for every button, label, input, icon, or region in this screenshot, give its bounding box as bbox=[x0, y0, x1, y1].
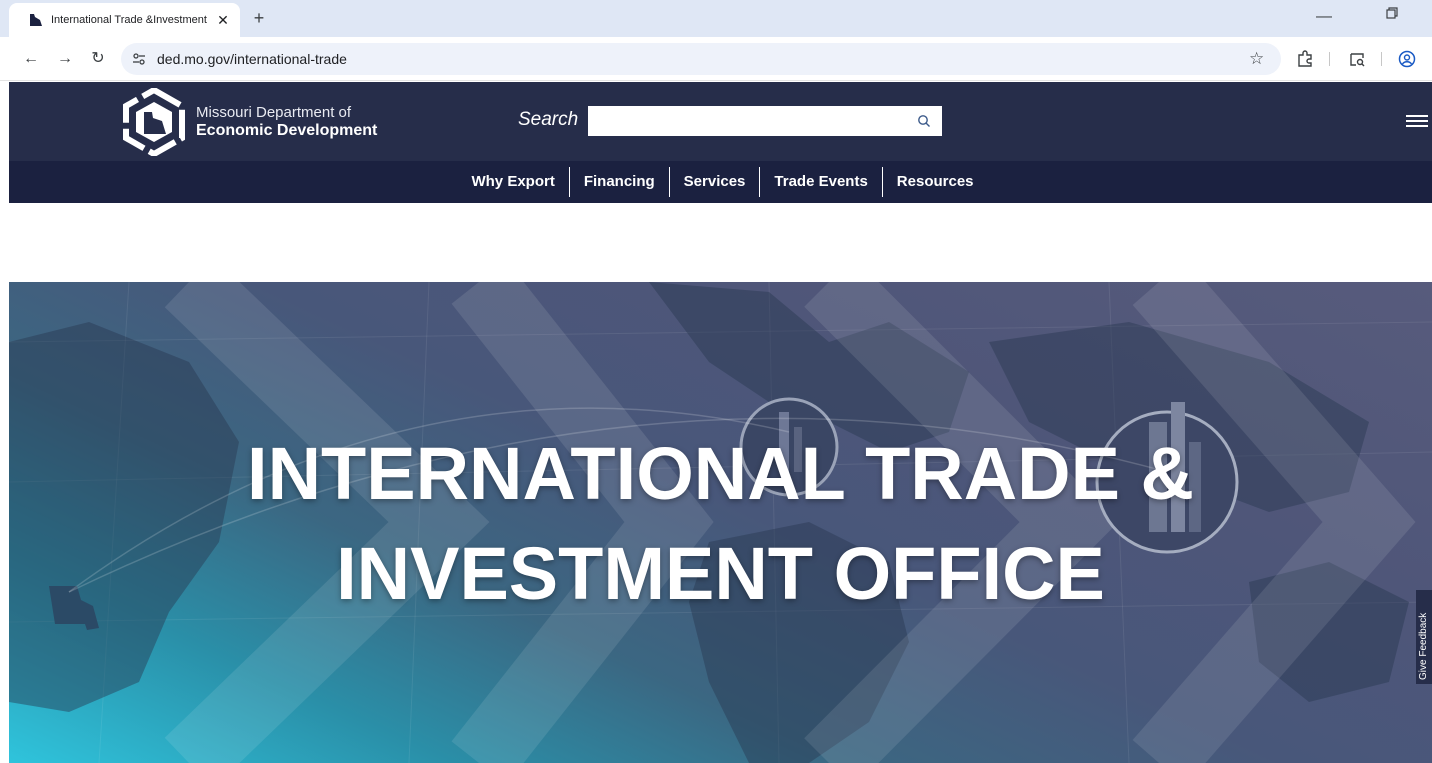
profile-icon[interactable] bbox=[1398, 50, 1416, 68]
main-navigation: Why Export Financing Services Trade Even… bbox=[9, 161, 1432, 203]
site-info-icon[interactable] bbox=[131, 51, 147, 67]
nav-item-financing[interactable]: Financing bbox=[570, 167, 669, 197]
tab-search-icon[interactable] bbox=[1348, 50, 1366, 68]
restore-window-button[interactable] bbox=[1386, 7, 1398, 19]
org-name-line2: Economic Development bbox=[196, 122, 378, 139]
minimize-button[interactable]: — bbox=[1316, 8, 1332, 26]
new-tab-button[interactable]: + bbox=[249, 8, 269, 28]
hero-title-line2: INVESTMENT OFFICE bbox=[336, 532, 1105, 615]
toolbar-divider bbox=[1381, 52, 1382, 66]
nav-item-services[interactable]: Services bbox=[670, 167, 760, 197]
give-feedback-label: Give Feedback bbox=[1418, 612, 1429, 680]
search-label: Search bbox=[518, 109, 579, 130]
tab-title: International Trade &Investment bbox=[51, 14, 207, 26]
give-feedback-tab[interactable]: Give Feedback bbox=[1416, 590, 1432, 684]
browser-tab-strip: International Trade &Investment ✕ + — bbox=[0, 0, 1432, 37]
search-icon[interactable] bbox=[917, 114, 931, 128]
ded-logo-icon[interactable] bbox=[122, 88, 186, 156]
missouri-favicon-icon bbox=[30, 14, 42, 26]
hero-title-line1: INTERNATIONAL TRADE & bbox=[247, 432, 1194, 515]
nav-item-why-export[interactable]: Why Export bbox=[457, 167, 568, 197]
url-text: ded.mo.gov/international-trade bbox=[157, 51, 347, 67]
back-icon[interactable]: ← bbox=[21, 49, 41, 69]
browser-toolbar: ← → ↻ ded.mo.gov/international-trade ☆ bbox=[0, 37, 1432, 81]
browser-tab[interactable]: International Trade &Investment ✕ bbox=[9, 3, 240, 37]
org-name-line1: Missouri Department of bbox=[196, 104, 352, 121]
star-icon[interactable]: ☆ bbox=[1249, 49, 1264, 69]
reload-icon[interactable]: ↻ bbox=[88, 49, 108, 69]
hamburger-menu-icon[interactable] bbox=[1406, 115, 1428, 127]
hero-banner: INTERNATIONAL TRADE & INVESTMENT OFFICE bbox=[9, 282, 1432, 763]
forward-icon[interactable]: → bbox=[55, 49, 75, 69]
site-header: Missouri Department of Economic Developm… bbox=[9, 82, 1432, 161]
toolbar-divider bbox=[1329, 52, 1330, 66]
nav-item-resources[interactable]: Resources bbox=[883, 167, 988, 197]
hero-title: INTERNATIONAL TRADE & INVESTMENT OFFICE bbox=[9, 424, 1432, 624]
search-input[interactable] bbox=[588, 106, 942, 136]
close-icon[interactable]: ✕ bbox=[214, 11, 232, 29]
address-bar[interactable]: ded.mo.gov/international-trade ☆ bbox=[121, 43, 1281, 75]
extensions-icon[interactable] bbox=[1296, 50, 1314, 68]
nav-item-trade-events[interactable]: Trade Events bbox=[760, 167, 881, 197]
